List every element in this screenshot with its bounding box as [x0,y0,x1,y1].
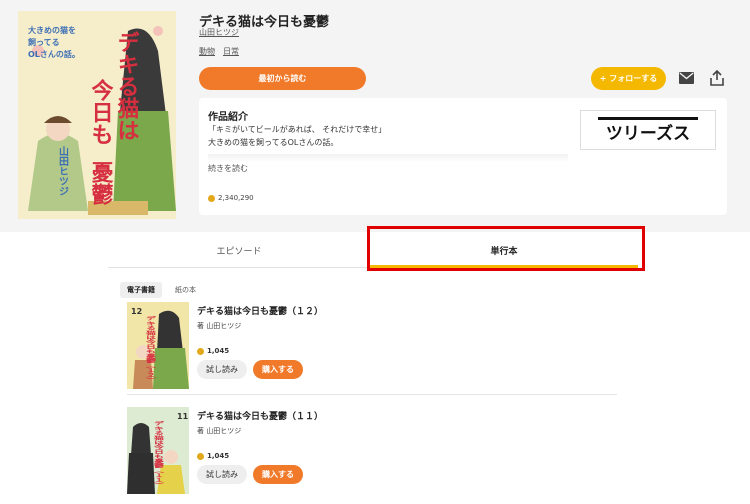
series-header: デキる猫は 今日も 憂鬱 大きめの猫を 飼ってる OLさんの話。 山田ヒツジ デ… [0,0,750,232]
intro-heading: 作品紹介 [208,112,248,123]
subtab-print[interactable]: 紙の本 [168,282,203,298]
coin-icon [197,347,204,355]
volume-price: 1,045 [197,347,229,355]
annotation-highlight-box [367,226,645,271]
series-cover: デキる猫は 今日も 憂鬱 大きめの猫を 飼ってる OLさんの話。 山田ヒツジ [18,11,176,219]
cover-art: デキる猫は 今日も 憂鬱 大きめの猫を 飼ってる OLさんの話。 山田ヒツジ [18,11,176,219]
magazine-logo[interactable]: ツリーズス [580,110,716,150]
volume-cover-number-11: 11 [177,412,189,421]
series-author-link[interactable]: 山田ヒツジ [199,27,239,38]
share-icon[interactable] [708,69,726,87]
intro-line-1: 「キミがいてビールがあれば、 それだけで幸せ」 [208,125,387,134]
coin-icon [208,194,215,202]
format-subtabs: 電子書籍 紙の本 [120,282,203,298]
read-from-start-button[interactable]: 最初から読む [199,67,366,90]
cover-author: 山田ヒツジ [57,145,69,196]
tag-list: 動物 日常 [199,46,239,57]
intro-fade [208,154,568,162]
volume-price: 1,045 [197,452,229,460]
intro-line-2: 大きめの猫を飼ってるOLさんの話。 [208,138,339,147]
subtab-ebook[interactable]: 電子書籍 [120,282,162,298]
tab-episodes[interactable]: エピソード [108,232,370,268]
trial-read-button[interactable]: 試し読み [197,465,247,484]
trial-read-button[interactable]: 試し読み [197,360,247,379]
volume-cover-number-12: 12 [131,307,142,316]
buy-button[interactable]: 購入する [253,465,303,484]
volume-cover[interactable]: 12 デキる猫は今日も憂鬱（１２） [127,302,189,389]
read-more-link[interactable]: 続きを読む [208,163,248,174]
cover-subtitle: 大きめの猫を [28,25,76,35]
cover-title-part2: 今日も [88,78,114,145]
mail-icon[interactable] [677,69,695,87]
volume-cover-art-12: 12 デキる猫は今日も憂鬱（１２） [127,302,189,389]
volume-author: 著 山田ヒツジ [197,322,242,330]
tag-daily-life[interactable]: 日常 [223,46,239,57]
intro-panel: 作品紹介 「キミがいてビールがあれば、 それだけで幸せ」 大きめの猫を飼ってるO… [199,98,727,215]
volume-cover-art-11: 11 デキる猫は今日も憂鬱（１１） [127,407,189,494]
volume-cover[interactable]: 11 デキる猫は今日も憂鬱（１１） [127,407,189,494]
cover-subtitle-3: OLさんの話。 [28,49,80,59]
view-count: 2,340,290 [208,194,254,202]
buy-button[interactable]: 購入する [253,360,303,379]
follow-button[interactable]: + フォローする [591,67,666,90]
volume-price-value: 1,045 [207,452,230,460]
cover-title-part1: デキる猫は [114,30,140,141]
cover-subtitle-2: 飼ってる [27,37,60,47]
magazine-logo-text: ツリーズス [606,123,690,143]
volume-author: 著 山田ヒツジ [197,427,242,435]
volume-title[interactable]: デキる猫は今日も憂鬱（１１） [197,409,323,422]
volume-title[interactable]: デキる猫は今日も憂鬱（１２） [197,304,323,317]
view-count-value: 2,340,290 [218,194,254,202]
coin-icon [197,452,204,460]
volume-divider [127,394,617,395]
volume-price-value: 1,045 [207,347,230,355]
magazine-logo-art: ツリーズス [598,117,698,143]
cover-title-part3: 憂鬱 [88,161,114,206]
tag-animals[interactable]: 動物 [199,46,215,57]
